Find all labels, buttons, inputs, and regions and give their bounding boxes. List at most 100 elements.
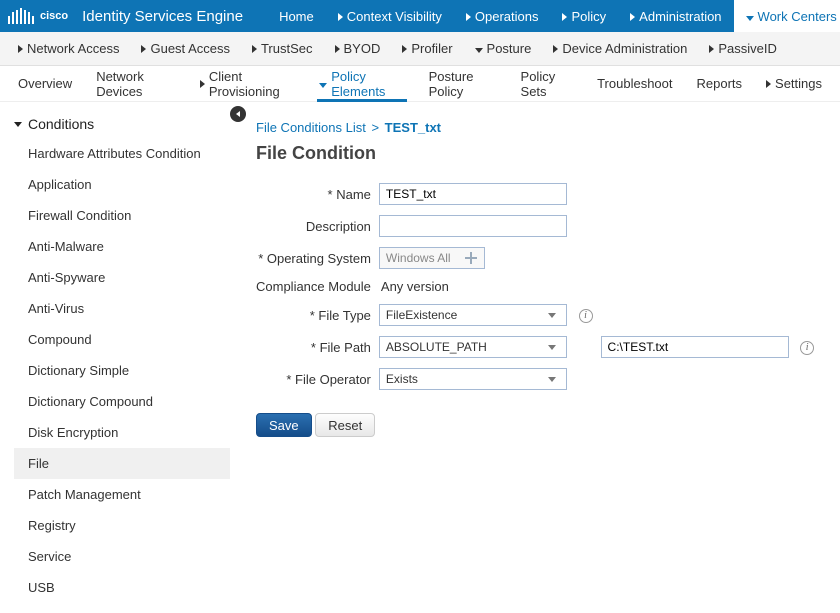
caret-right-icon: [18, 41, 27, 56]
sidebar: Conditions Hardware Attributes Condition…: [0, 102, 240, 613]
caret-down-icon: [475, 41, 487, 56]
caret-down-icon: [319, 76, 331, 91]
sidebar-item[interactable]: Dictionary Simple: [14, 355, 230, 386]
sidebar-item[interactable]: Anti-Malware: [14, 231, 230, 262]
topnav-item[interactable]: Home: [267, 0, 326, 32]
breadcrumb-current: TEST_txt: [385, 120, 441, 135]
sidebar-item[interactable]: Patch Management: [14, 479, 230, 510]
sidebar-item[interactable]: Disk Encryption: [14, 417, 230, 448]
nav-label: Settings: [775, 76, 822, 91]
nav-label: Policy: [571, 9, 606, 24]
chevron-down-icon: [548, 377, 556, 382]
file-path-select[interactable]: ABSOLUTE_PATH: [379, 336, 567, 358]
tertiary-nav-item[interactable]: Reports: [697, 66, 743, 101]
tertiary-nav-bar: Overview Network Devices Client Provisioni…: [0, 66, 840, 102]
nav-label: Overview: [18, 76, 72, 91]
nav-label: Reports: [697, 76, 743, 91]
sidebar-item[interactable]: Hardware Attributes Condition: [14, 138, 230, 169]
chevron-down-icon: [548, 313, 556, 318]
tertiary-nav-item[interactable]: Troubleshoot: [597, 66, 672, 101]
file-path-input[interactable]: [601, 336, 789, 358]
nav-label: Profiler: [411, 41, 452, 56]
button-bar: Save Reset: [256, 413, 824, 437]
sidebar-item[interactable]: Compound: [14, 324, 230, 355]
caret-right-icon: [141, 41, 150, 56]
tertiary-nav-item[interactable]: Settings: [766, 66, 822, 101]
file-type-value: FileExistence: [386, 308, 457, 322]
description-label: Description: [256, 210, 379, 242]
topnav-item[interactable]: Policy: [550, 0, 618, 32]
info-icon[interactable]: i: [800, 341, 814, 355]
subnav-item[interactable]: Profiler: [402, 41, 452, 56]
reset-button[interactable]: Reset: [315, 413, 375, 437]
sidebar-item[interactable]: USB: [14, 572, 230, 603]
sidebar-item[interactable]: Anti-Virus: [14, 293, 230, 324]
nav-label: Troubleshoot: [597, 76, 672, 91]
name-input[interactable]: [379, 183, 567, 205]
tertiary-nav-item[interactable]: Policy Elements: [319, 66, 404, 101]
caret-down-icon: [746, 9, 758, 24]
save-button[interactable]: Save: [256, 413, 312, 437]
subnav-item[interactable]: PassiveID: [709, 41, 777, 56]
nav-label: Posture: [487, 41, 532, 56]
sidebar-section-title[interactable]: Conditions: [14, 116, 230, 132]
os-selector[interactable]: Windows All: [379, 247, 485, 269]
file-type-select[interactable]: FileExistence: [379, 304, 567, 326]
topnav-item[interactable]: Administration: [618, 0, 733, 32]
tertiary-nav-item[interactable]: Posture Policy: [429, 66, 497, 101]
nav-label: Device Administration: [562, 41, 687, 56]
file-operator-label: * File Operator: [256, 363, 379, 395]
topnav-item[interactable]: Operations: [454, 0, 551, 32]
page-heading: File Condition: [256, 143, 824, 164]
nav-label: Client Provisioning: [209, 69, 295, 99]
breadcrumb-separator: >: [371, 120, 379, 135]
sidebar-list: Hardware Attributes ConditionApplication…: [14, 138, 230, 603]
breadcrumb: File Conditions List > TEST_txt: [256, 120, 824, 135]
caret-right-icon: [335, 41, 344, 56]
tertiary-nav-item[interactable]: Network Devices: [96, 66, 176, 101]
subnav-item[interactable]: Device Administration: [553, 41, 687, 56]
caret-right-icon: [402, 41, 411, 56]
subnav-item[interactable]: BYOD: [335, 41, 381, 56]
subnav-item[interactable]: Posture: [475, 41, 532, 56]
caret-right-icon: [630, 9, 639, 24]
subnav-item[interactable]: Network Access: [18, 41, 119, 56]
main-content: File Conditions List > TEST_txt File Con…: [240, 102, 840, 613]
nav-label: Posture Policy: [429, 69, 497, 99]
subnav-item[interactable]: TrustSec: [252, 41, 313, 56]
brand-name: cisco: [40, 10, 68, 22]
sidebar-item[interactable]: Anti-Spyware: [14, 262, 230, 293]
nav-label: Network Access: [27, 41, 119, 56]
sidebar-item[interactable]: Firewall Condition: [14, 200, 230, 231]
sidebar-item[interactable]: Application: [14, 169, 230, 200]
file-type-label: * File Type: [256, 299, 379, 331]
nav-label: TrustSec: [261, 41, 313, 56]
os-label: * Operating System: [256, 242, 379, 274]
topnav-item[interactable]: Work Centers: [734, 0, 840, 32]
file-operator-select[interactable]: Exists: [379, 368, 567, 390]
breadcrumb-parent-link[interactable]: File Conditions List: [256, 120, 366, 135]
tertiary-nav-item[interactable]: Policy Sets: [521, 66, 574, 101]
nav-label: Home: [279, 9, 314, 24]
caret-right-icon: [338, 9, 347, 24]
tertiary-nav-item[interactable]: Client Provisioning: [200, 66, 295, 101]
nav-label: BYOD: [344, 41, 381, 56]
sidebar-item[interactable]: Service: [14, 541, 230, 572]
caret-right-icon: [466, 9, 475, 24]
sidebar-item[interactable]: Dictionary Compound: [14, 386, 230, 417]
nav-label: Context Visibility: [347, 9, 442, 24]
topnav-item[interactable]: Context Visibility: [326, 0, 454, 32]
tertiary-nav-item[interactable]: Overview: [18, 66, 72, 101]
caret-right-icon: [200, 76, 209, 91]
chevron-down-icon: [548, 345, 556, 350]
nav-label: Work Centers: [758, 9, 837, 24]
description-input[interactable]: [379, 215, 567, 237]
caret-right-icon: [766, 76, 775, 91]
subnav-item[interactable]: Guest Access: [141, 41, 229, 56]
nav-label: Guest Access: [150, 41, 229, 56]
sidebar-item[interactable]: Registry: [14, 510, 230, 541]
sidebar-collapse-button[interactable]: [230, 106, 246, 122]
nav-label: Network Devices: [96, 69, 176, 99]
info-icon[interactable]: i: [579, 309, 593, 323]
sidebar-item[interactable]: File: [14, 448, 230, 479]
